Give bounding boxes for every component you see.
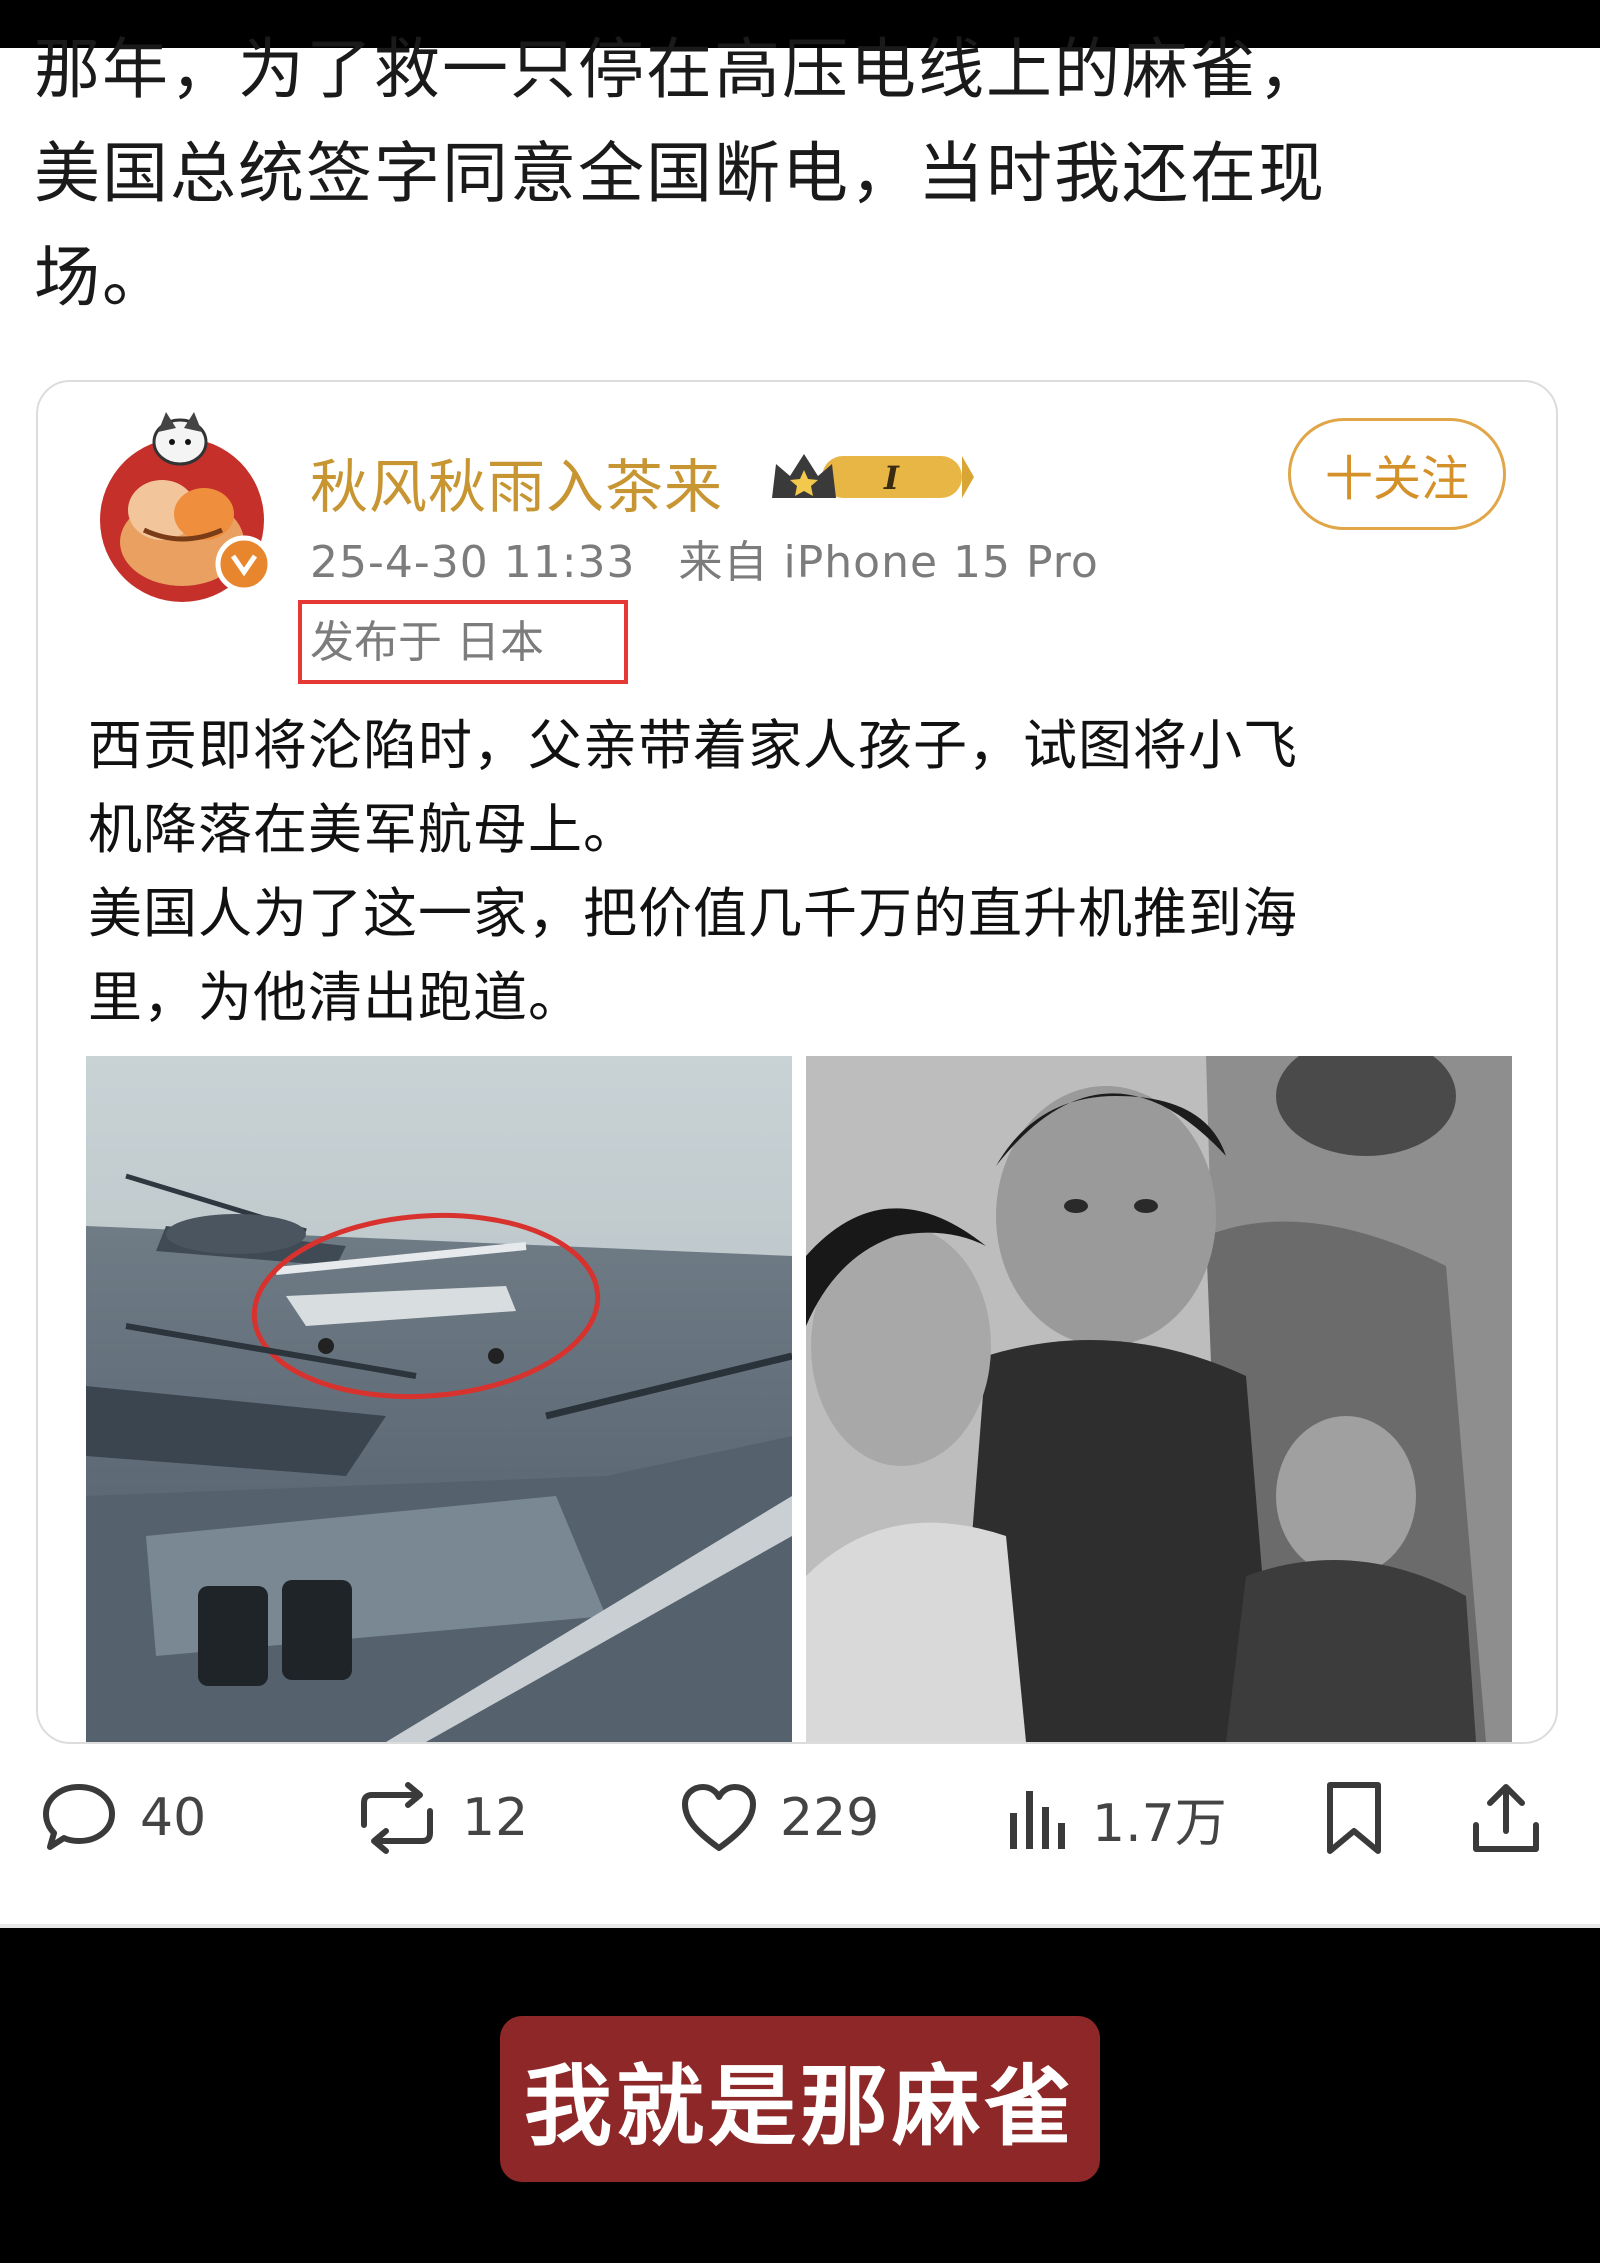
divider: [0, 1924, 1600, 1928]
card-text-line-4: 里，为他清出跑道。: [88, 966, 583, 1029]
quoted-post-text: 西贡即将沦陷时，父亲带着家人孩子，试图将小飞 机降落在美军航母上。 美国人为了这…: [88, 704, 1538, 1040]
repost-icon: [361, 1782, 433, 1854]
post-meta: 25-4-30 11:33 来自 iPhone 15 Pro: [310, 526, 1099, 590]
post-text-line-1: 那年，为了救一只停在高压电线上的麻雀，: [34, 31, 1326, 108]
like-count: 229: [780, 1788, 880, 1848]
level-badge-icon: I: [772, 454, 974, 498]
family-photo[interactable]: [806, 1056, 1512, 1742]
post-timestamp: 25-4-30 11:33: [310, 537, 636, 588]
aircraft-carrier-photo[interactable]: [86, 1056, 792, 1742]
screenshot-page: 那年，为了救一只停在高压电线上的麻雀， 美国总统签字同意全国断电，当时我还在现 …: [0, 0, 1600, 2263]
card-text-line-3: 美国人为了这一家，把价值几千万的直升机推到海: [88, 882, 1298, 945]
comment-icon: [43, 1784, 115, 1850]
comment-button[interactable]: 40: [40, 1778, 206, 1858]
views-count: 1.7万: [1092, 1793, 1227, 1854]
post-sheet: 那年，为了救一只停在高压电线上的麻雀， 美国总统签字同意全国断电，当时我还在现 …: [0, 31, 1600, 1928]
post-text: 那年，为了救一只停在高压电线上的麻雀， 美国总统签字同意全国断电，当时我还在现 …: [34, 31, 1574, 330]
card-text-line-1: 西贡即将沦陷时，父亲带着家人孩子，试图将小飞: [88, 714, 1298, 777]
caption-banner: 我就是那麻雀: [500, 2016, 1100, 2182]
card-text-line-2: 机降落在美军航母上。: [88, 798, 638, 861]
post-text-line-3: 场。: [34, 239, 170, 316]
quoted-post-card[interactable]: 秋风秋雨入茶来 I 十关注 25-4-30 11:33 来自 iPhone 15…: [36, 380, 1558, 1744]
post-text-line-2: 美国总统签字同意全国断电，当时我还在现: [34, 135, 1326, 212]
comment-count: 40: [140, 1788, 207, 1848]
repost-button[interactable]: 12: [354, 1778, 528, 1858]
caption-text: 我就是那麻雀: [523, 2054, 1076, 2158]
user-avatar[interactable]: [92, 402, 292, 602]
views-bar-icon: [1010, 1791, 1065, 1849]
post-source: 来自 iPhone 15 Pro: [678, 537, 1099, 588]
action-bar: 40 12 229 1.7万: [0, 1738, 1600, 1918]
views-indicator: 1.7万: [1006, 1778, 1227, 1858]
share-icon: [1473, 1784, 1539, 1852]
repost-count: 12: [462, 1788, 529, 1848]
heart-icon: [682, 1784, 756, 1851]
share-button[interactable]: [1470, 1778, 1542, 1858]
level-badge-text: I: [883, 459, 900, 497]
follow-label: 十关注: [1324, 451, 1469, 507]
ip-location: 发布于 日本: [310, 617, 544, 668]
bookmark-button[interactable]: [1322, 1778, 1386, 1858]
follow-button[interactable]: 十关注: [1288, 418, 1506, 530]
like-button[interactable]: 229: [680, 1778, 879, 1858]
bookmark-icon: [1327, 1782, 1381, 1854]
username[interactable]: 秋风秋雨入茶来: [310, 440, 723, 524]
